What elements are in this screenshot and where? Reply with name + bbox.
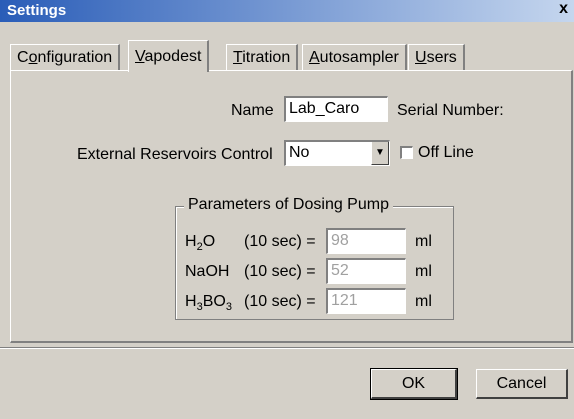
h3bo3-value-field[interactable]: 121 [326,288,406,314]
serial-number-label: Serial Number: [397,102,504,119]
window-title: Settings [7,2,67,19]
offline-label: Off Line [418,144,474,161]
naoh-time-label: (10 sec) = [244,263,316,280]
h3bo3-time-label: (10 sec) = [244,293,316,310]
select-value: No [289,144,310,161]
external-reservoirs-label: External Reservoirs Control [77,146,273,163]
h3bo3-label: H3BO3 [185,293,232,314]
tab-autosampler[interactable]: Autosampler [302,44,407,71]
external-reservoirs-select[interactable]: No ▼ [284,140,390,166]
tab-configuration[interactable]: Configuration [10,44,121,71]
naoh-value-field[interactable]: 52 [326,258,406,284]
tab-vapodest[interactable]: Vapodest [128,40,210,72]
name-field[interactable]: Lab_Caro [284,96,388,122]
tab-label: Vapodest [135,48,202,65]
dosing-pump-group-title: Parameters of Dosing Pump [184,196,393,214]
name-label: Name [231,102,274,119]
tab-label: Users [415,49,457,66]
ok-button[interactable]: OK [370,368,458,400]
h3bo3-unit: ml [415,293,432,310]
offline-checkbox[interactable] [400,146,413,159]
tab-label: Autosampler [309,49,399,66]
tab-titration[interactable]: Titration [226,44,299,71]
close-icon[interactable]: x [559,0,568,18]
naoh-unit: ml [415,263,432,280]
h2o-value-field[interactable]: 98 [326,228,406,254]
naoh-label: NaOH [185,263,230,280]
tab-label: Configuration [17,49,113,66]
h2o-label: H2O [185,233,216,254]
tab-users[interactable]: Users [408,44,465,71]
cancel-button[interactable]: Cancel [476,369,568,399]
title-bar: Settings x [0,0,574,22]
h2o-time-label: (10 sec) = [244,233,316,250]
chevron-down-icon[interactable]: ▼ [371,142,389,165]
h2o-unit: ml [415,233,432,250]
tab-label: Titration [233,49,291,66]
footer-divider-highlight [0,348,574,349]
